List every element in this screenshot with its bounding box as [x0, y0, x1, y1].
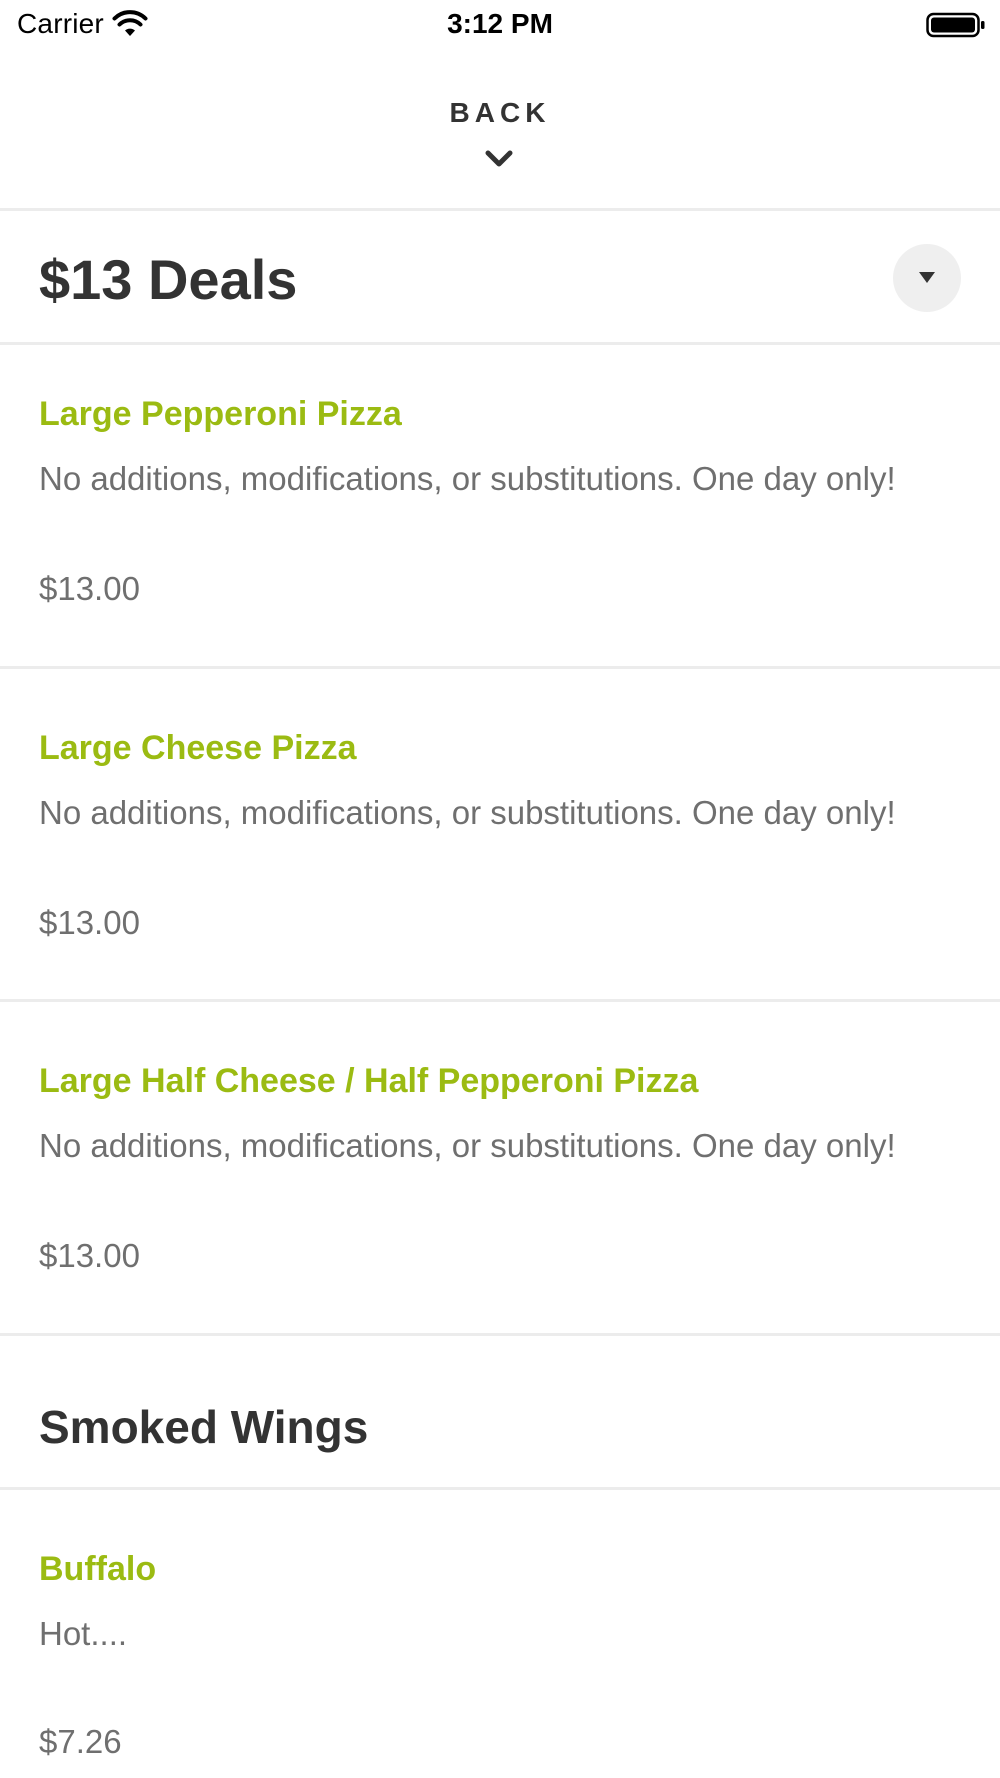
item-name: Large Half Cheese / Half Pepperoni Pizza: [39, 1062, 699, 1100]
item-description: No additions, modifications, or substitu…: [39, 794, 896, 831]
section-title-13-deals: $13 Deals: [39, 248, 298, 311]
section-title-smoked-wings: Smoked Wings: [39, 1401, 369, 1453]
back-button[interactable]: BACK: [0, 80, 1000, 210]
status-time: 3:12 PM: [447, 8, 553, 39]
menu-item-large-cheese-pizza[interactable]: Large Cheese Pizza No additions, modific…: [0, 669, 1000, 999]
chevron-down-icon: [485, 150, 513, 167]
divider: [0, 1333, 1000, 1336]
item-price: $13.00: [39, 904, 140, 941]
section-dropdown-button[interactable]: [893, 244, 961, 312]
caret-down-icon: [919, 272, 935, 283]
item-price: $13.00: [39, 1237, 140, 1274]
menu-item-large-pepperoni-pizza[interactable]: Large Pepperoni Pizza No additions, modi…: [0, 345, 1000, 665]
battery-icon: [926, 12, 985, 38]
menu-item-large-half-cheese-half-pepperoni-pizza[interactable]: Large Half Cheese / Half Pepperoni Pizza…: [0, 1002, 1000, 1332]
item-name: Buffalo: [39, 1550, 157, 1588]
item-description: No additions, modifications, or substitu…: [39, 460, 896, 497]
item-description: Hot....: [39, 1615, 128, 1652]
item-description: No additions, modifications, or substitu…: [39, 1127, 896, 1164]
divider: [0, 208, 1000, 211]
status-bar: Carrier 3:12 PM: [0, 0, 1000, 50]
back-label: BACK: [449, 97, 551, 128]
item-name: Large Pepperoni Pizza: [39, 395, 402, 433]
menu-item-buffalo[interactable]: Buffalo Hot.... $7.26: [0, 1490, 1000, 1778]
item-price: $7.26: [39, 1723, 122, 1760]
item-price: $13.00: [39, 570, 140, 607]
item-name: Large Cheese Pizza: [39, 729, 357, 767]
